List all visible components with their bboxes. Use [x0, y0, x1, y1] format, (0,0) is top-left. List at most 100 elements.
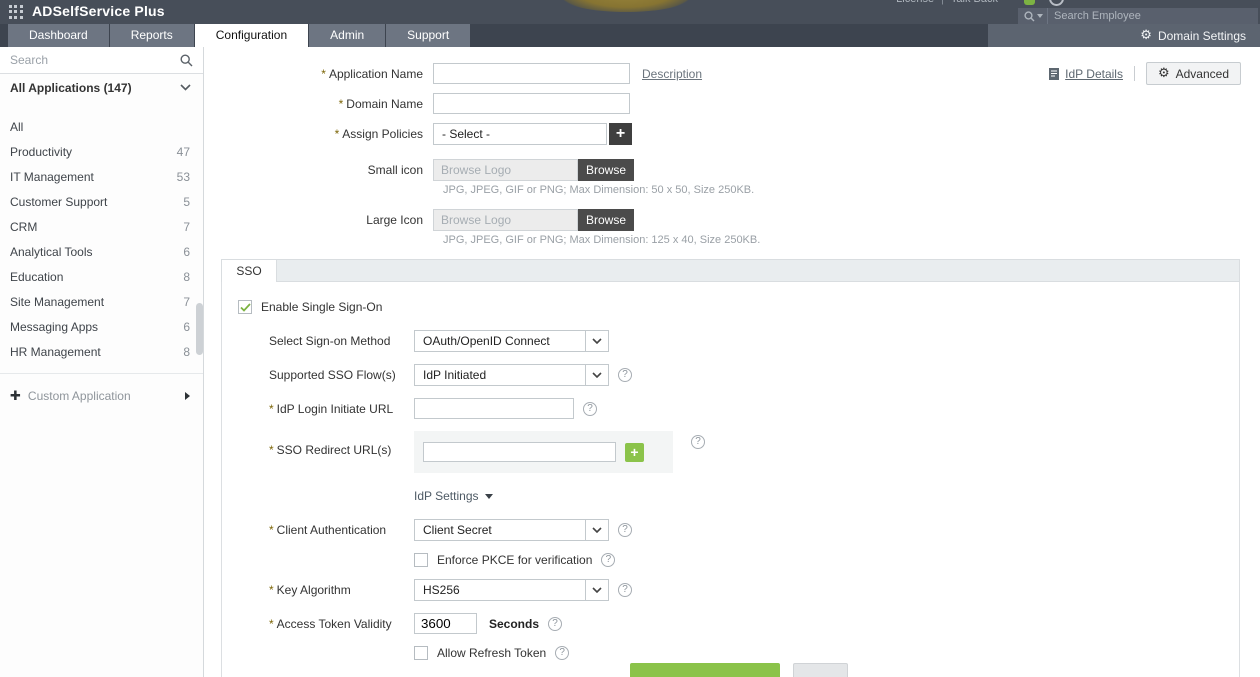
sidebar-item-it-management[interactable]: IT Management53 — [0, 164, 203, 189]
tab-configuration[interactable]: Configuration — [195, 24, 308, 47]
sidebar-item-all[interactable]: All — [0, 114, 203, 139]
sign-on-method-label: Select Sign-on Method — [269, 334, 414, 348]
application-name-label: *Application Name — [204, 67, 433, 81]
employee-search-scope[interactable] — [1018, 8, 1048, 24]
plus-icon: ✚ — [10, 388, 21, 404]
search-icon — [1024, 11, 1035, 22]
applications-filter-header[interactable]: All Applications (147) — [0, 74, 203, 101]
feedback-icon[interactable] — [1024, 0, 1035, 5]
help-icon[interactable]: ? — [548, 617, 562, 631]
search-icon[interactable] — [180, 54, 193, 67]
token-validity-input[interactable] — [414, 613, 477, 634]
key-algorithm-label: *Key Algorithm — [269, 583, 414, 597]
gear-icon: ⚙ — [1158, 67, 1170, 80]
custom-application-button[interactable]: ✚ Custom Application — [0, 383, 203, 408]
redirect-urls-group: + — [414, 431, 673, 473]
large-icon-filename-field[interactable]: Browse Logo — [433, 209, 578, 231]
sidebar-item-site-management[interactable]: Site Management7 — [0, 289, 203, 314]
idp-login-url-input[interactable] — [414, 398, 574, 419]
top-header: ADSelfService Plus License|Talk Back — [0, 0, 1260, 24]
help-icon[interactable]: ? — [691, 435, 705, 449]
gear-icon: ⚙ — [1140, 29, 1152, 42]
check-icon — [240, 303, 251, 312]
sidebar-item-hr-management[interactable]: HR Management8 — [0, 339, 203, 364]
sidebar-item-analytical-tools[interactable]: Analytical Tools6 — [0, 239, 203, 264]
large-icon-hint: JPG, JPEG, GIF or PNG; Max Dimension: 12… — [443, 234, 1260, 246]
cancel-button[interactable] — [793, 663, 848, 677]
banner-graphic — [563, 0, 689, 12]
help-icon[interactable]: ? — [583, 402, 597, 416]
refresh-token-checkbox[interactable] — [414, 646, 428, 660]
sign-on-method-select[interactable]: OAuth/OpenID Connect — [414, 330, 609, 352]
product-title: ADSelfService Plus — [32, 3, 165, 19]
sso-section: SSO Enable Single Sign-On Select Sign-on… — [221, 259, 1240, 677]
add-redirect-url-button[interactable]: + — [625, 443, 644, 462]
token-validity-label: *Access Token Validity — [269, 617, 414, 631]
client-auth-label: *Client Authentication — [269, 523, 414, 537]
help-icon[interactable]: ? — [618, 368, 632, 382]
sidebar-item-messaging-apps[interactable]: Messaging Apps6 — [0, 314, 203, 339]
sso-flows-label: Supported SSO Flow(s) — [269, 368, 414, 382]
advanced-button[interactable]: ⚙ Advanced — [1146, 62, 1241, 85]
help-icon[interactable]: ? — [555, 646, 569, 660]
small-icon-browse-button[interactable]: Browse — [578, 159, 634, 181]
sidebar-scrollbar[interactable] — [196, 303, 203, 355]
application-name-input[interactable] — [433, 63, 630, 84]
domain-name-input[interactable] — [433, 93, 630, 114]
add-policy-button[interactable]: + — [609, 123, 632, 145]
pkce-label: Enforce PKCE for verification — [437, 553, 592, 567]
header-links: License|Talk Back — [896, 0, 998, 5]
redirect-url-input[interactable] — [423, 442, 616, 462]
description-link[interactable]: Description — [642, 67, 702, 81]
enable-sso-label: Enable Single Sign-On — [261, 300, 382, 314]
chevron-down-icon — [585, 520, 608, 540]
refresh-token-label: Allow Refresh Token — [437, 646, 546, 660]
sidebar-item-productivity[interactable]: Productivity47 — [0, 139, 203, 164]
sidebar-item-customer-support[interactable]: Customer Support5 — [0, 189, 203, 214]
sidebar-item-education[interactable]: Education8 — [0, 264, 203, 289]
sidebar-search — [0, 47, 203, 74]
idp-login-url-label: *IdP Login Initiate URL — [269, 402, 414, 416]
divider — [1134, 66, 1135, 81]
idp-details-link[interactable]: IdP Details — [1048, 67, 1123, 81]
sidebar-item-crm[interactable]: CRM7 — [0, 214, 203, 239]
app-grid-icon[interactable] — [9, 5, 23, 19]
large-icon-label: Large Icon — [204, 213, 433, 227]
domain-settings-button[interactable]: ⚙ Domain Settings — [988, 24, 1260, 47]
chevron-down-icon — [585, 580, 608, 600]
large-icon-browse-button[interactable]: Browse — [578, 209, 634, 231]
tab-dashboard[interactable]: Dashboard — [8, 24, 109, 47]
pkce-checkbox[interactable] — [414, 553, 428, 567]
application-category-list: All Productivity47 IT Management53 Custo… — [0, 101, 203, 364]
license-link[interactable]: License — [896, 0, 934, 5]
idp-settings-toggle[interactable]: IdP Settings — [414, 489, 493, 503]
save-button[interactable] — [630, 663, 780, 677]
help-icon[interactable]: ? — [618, 583, 632, 597]
employee-search-input[interactable] — [1048, 10, 1258, 22]
document-icon — [1048, 67, 1060, 81]
assign-policies-label: *Assign Policies — [204, 127, 433, 141]
token-validity-unit: Seconds — [489, 617, 539, 631]
small-icon-filename-field[interactable]: Browse Logo — [433, 159, 578, 181]
assign-policies-select[interactable]: - Select - — [433, 123, 607, 145]
main-content: IdP Details ⚙ Advanced *Application Name… — [204, 47, 1260, 677]
tab-reports[interactable]: Reports — [110, 24, 194, 47]
enable-sso-checkbox[interactable] — [238, 300, 252, 314]
sso-flows-select[interactable]: IdP Initiated — [414, 364, 609, 386]
chevron-down-icon — [585, 365, 608, 385]
help-icon[interactable]: ? — [601, 553, 615, 567]
chevron-down-icon — [585, 331, 608, 351]
tab-sso[interactable]: SSO — [222, 260, 277, 282]
domain-name-label: *Domain Name — [204, 97, 433, 111]
sidebar-search-input[interactable] — [10, 53, 180, 67]
tab-support[interactable]: Support — [386, 24, 470, 47]
small-icon-label: Small icon — [204, 163, 433, 177]
help-icon[interactable]: ? — [618, 523, 632, 537]
sso-tabstrip: SSO — [221, 259, 1240, 282]
key-algorithm-select[interactable]: HS256 — [414, 579, 609, 601]
tab-admin[interactable]: Admin — [309, 24, 385, 47]
client-auth-select[interactable]: Client Secret — [414, 519, 609, 541]
talkback-link[interactable]: Talk Back — [951, 0, 998, 5]
user-avatar-icon[interactable] — [1049, 0, 1064, 6]
chevron-down-icon — [180, 84, 191, 91]
